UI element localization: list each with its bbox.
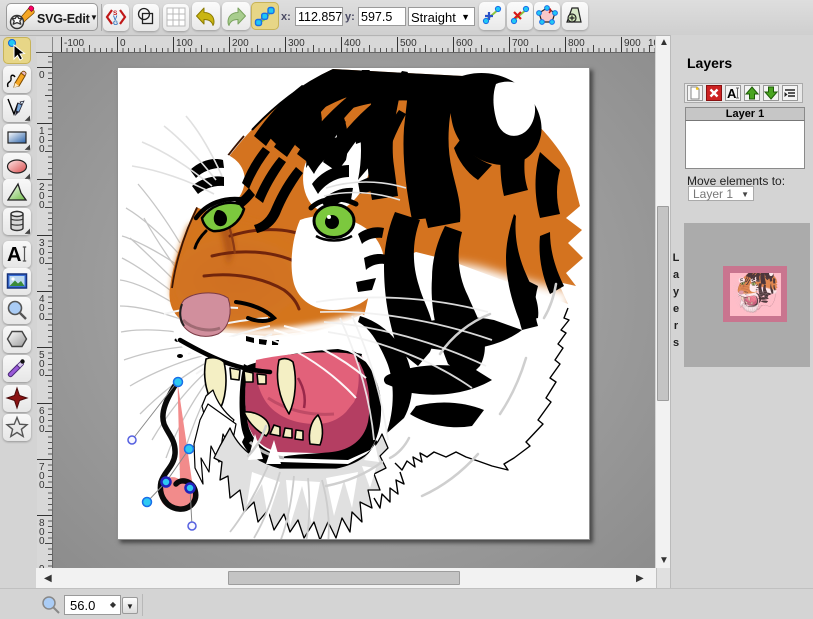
svg-text:0: 0 bbox=[39, 312, 45, 323]
svg-text:200: 200 bbox=[232, 38, 249, 49]
svg-text:500: 500 bbox=[400, 38, 417, 49]
svg-text:0: 0 bbox=[39, 70, 45, 81]
svg-text:0: 0 bbox=[120, 38, 126, 49]
svg-text:0: 0 bbox=[39, 256, 45, 267]
svg-text:10: 10 bbox=[648, 38, 655, 49]
svg-text:300: 300 bbox=[288, 38, 305, 49]
svg-text:G: G bbox=[113, 20, 118, 27]
svg-text:0: 0 bbox=[39, 424, 45, 435]
svg-text:600: 600 bbox=[456, 38, 473, 49]
svg-text:A: A bbox=[727, 86, 737, 100]
svg-text:-100: -100 bbox=[64, 38, 84, 49]
svg-text:400: 400 bbox=[344, 38, 361, 49]
svg-text:100: 100 bbox=[176, 38, 193, 49]
svg-text:A: A bbox=[7, 244, 21, 266]
svg-text:0: 0 bbox=[39, 368, 45, 379]
svg-text:0: 0 bbox=[39, 144, 45, 155]
svg-text:0: 0 bbox=[39, 480, 45, 491]
svg-text:0: 0 bbox=[39, 536, 45, 547]
svg-text:700: 700 bbox=[512, 38, 529, 49]
svg-text:800: 800 bbox=[568, 38, 585, 49]
svg-text:0: 0 bbox=[39, 200, 45, 211]
svg-text:900: 900 bbox=[624, 38, 641, 49]
